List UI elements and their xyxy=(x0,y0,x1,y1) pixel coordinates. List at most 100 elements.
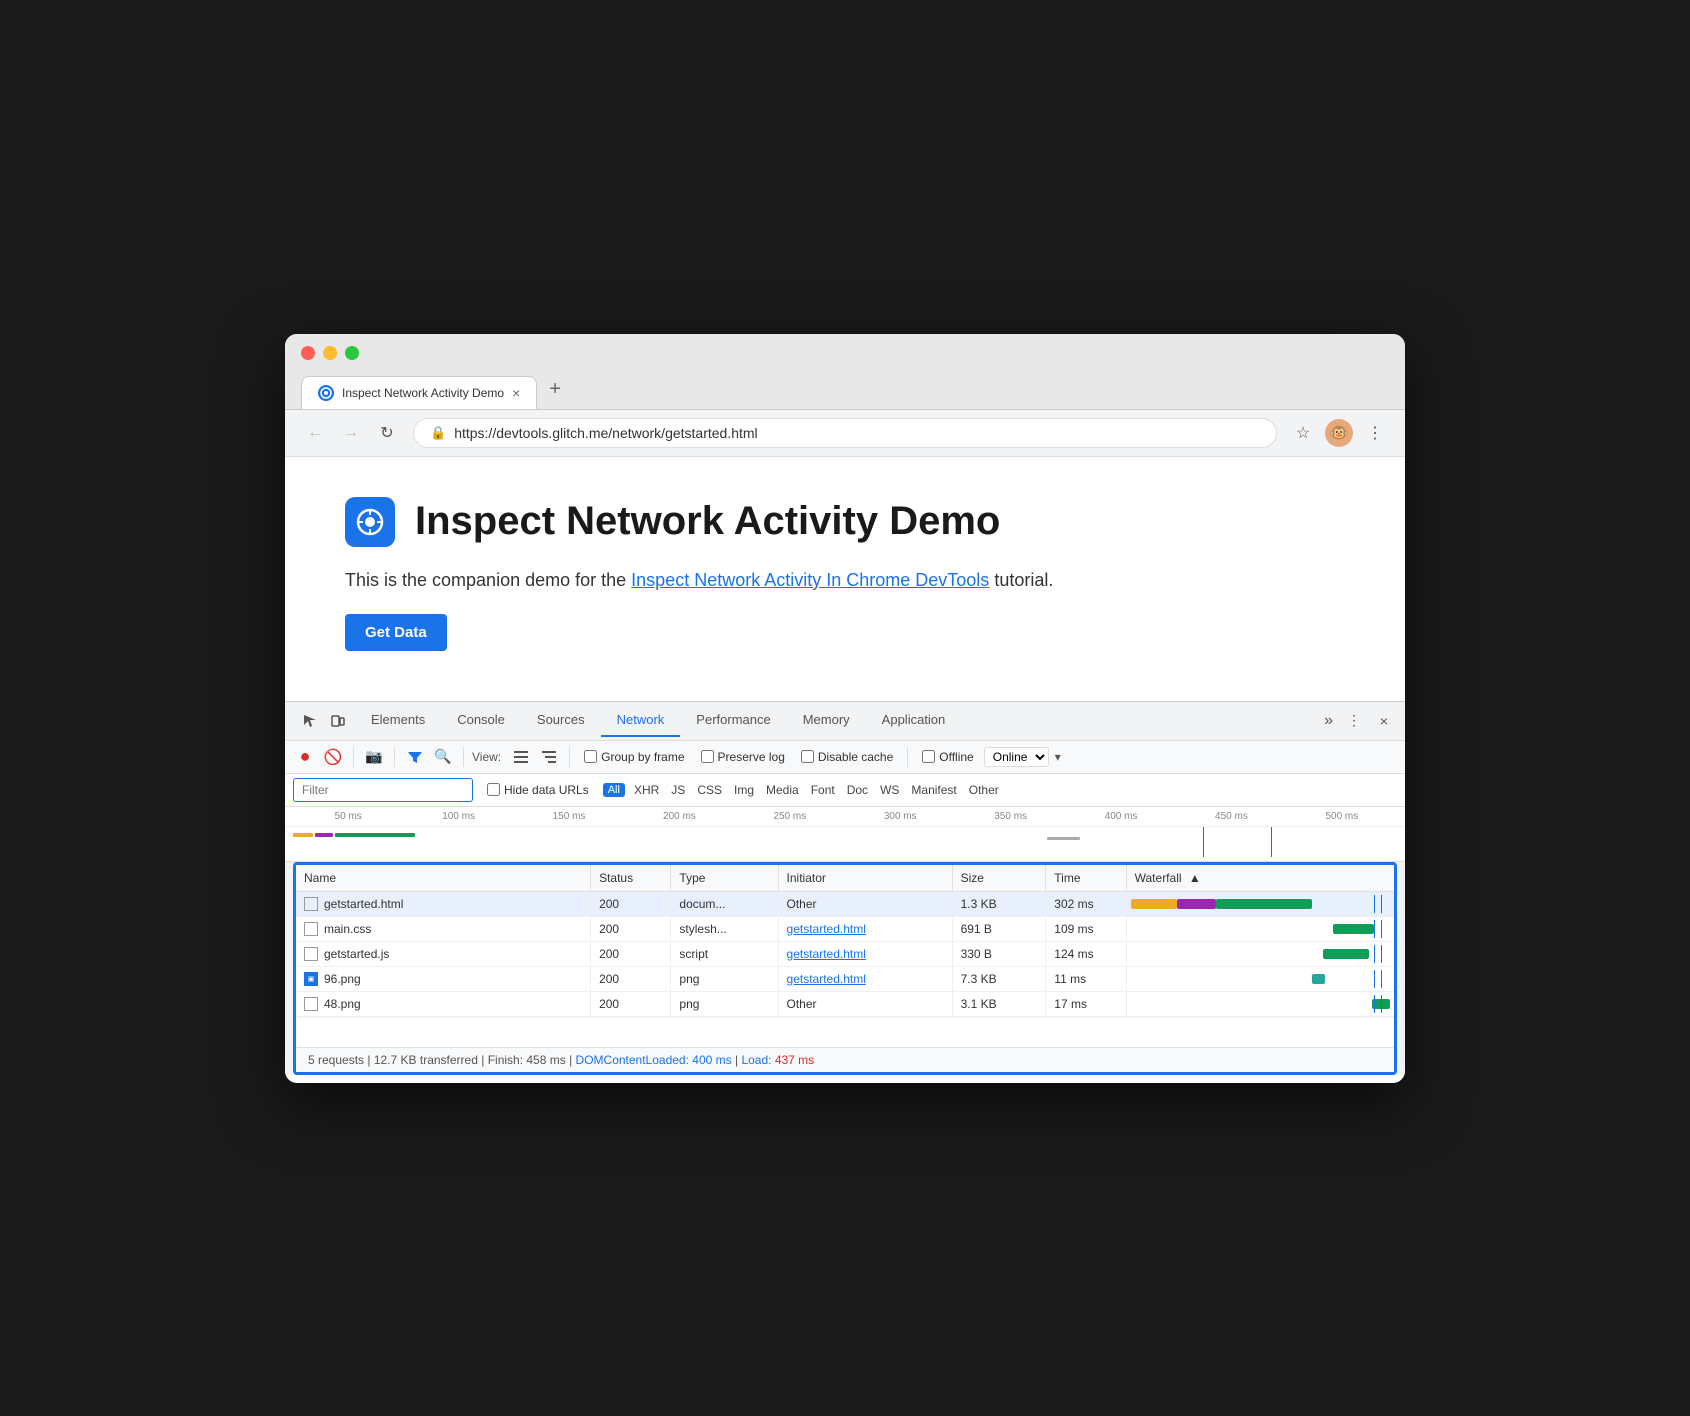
camera-btn[interactable]: 📷 xyxy=(362,745,386,769)
new-tab-btn[interactable]: + xyxy=(537,370,573,409)
sort-arrow-icon: ▲ xyxy=(1189,871,1201,885)
record-btn[interactable]: ● xyxy=(293,745,317,769)
forward-button[interactable]: → xyxy=(337,419,365,447)
col-initiator[interactable]: Initiator xyxy=(778,865,952,892)
preserve-log-checkbox[interactable] xyxy=(701,750,714,763)
filter-manifest[interactable]: Manifest xyxy=(908,782,959,798)
table-row[interactable]: main.css 200 stylesh... getstarted.html … xyxy=(296,916,1394,941)
row5-initiator: Other xyxy=(778,991,952,1016)
filter-xhr[interactable]: XHR xyxy=(631,782,662,798)
devtools-close-btn[interactable]: × xyxy=(1371,708,1397,734)
network-toolbar: ● 🚫 📷 🔍 View: xyxy=(285,741,1405,774)
tab-title: Inspect Network Activity Demo xyxy=(342,386,504,400)
offline-checkbox[interactable] xyxy=(922,750,935,763)
row2-initiator: getstarted.html xyxy=(778,916,952,941)
tab-sources[interactable]: Sources xyxy=(521,704,601,737)
devtools-more-btn[interactable]: ⋮ xyxy=(1341,708,1367,734)
col-waterfall[interactable]: Waterfall ▲ xyxy=(1126,865,1394,892)
table-row[interactable]: getstarted.js 200 script getstarted.html… xyxy=(296,941,1394,966)
tick-450: 450 ms xyxy=(1176,811,1286,822)
subtitle-text: This is the companion demo for the xyxy=(345,570,626,590)
more-button[interactable]: ⋮ xyxy=(1361,419,1389,447)
filter-other[interactable]: Other xyxy=(966,782,1002,798)
filter-img[interactable]: Img xyxy=(731,782,757,798)
load-value: 437 ms xyxy=(775,1053,814,1067)
load-label: Load: xyxy=(741,1053,771,1067)
filter-all-badge[interactable]: All xyxy=(603,783,625,797)
filter-input[interactable] xyxy=(293,778,473,802)
url-bar[interactable]: 🔒 https://devtools.glitch.me/network/get… xyxy=(413,418,1277,448)
table-row[interactable]: 48.png 200 png Other 3.1 KB 17 ms xyxy=(296,991,1394,1016)
refresh-button[interactable]: ↻ xyxy=(373,419,401,447)
clear-btn[interactable]: 🚫 xyxy=(321,745,345,769)
filter-ws[interactable]: WS xyxy=(877,782,902,798)
table-row[interactable]: ▣ 96.png 200 png getstarted.html 7.3 KB … xyxy=(296,966,1394,991)
devtools-tabs: Elements Console Sources Network Perform… xyxy=(355,704,1316,737)
filter-font[interactable]: Font xyxy=(808,782,838,798)
tab-favicon xyxy=(318,385,334,401)
browser-tab-active[interactable]: Inspect Network Activity Demo × xyxy=(301,376,537,409)
browser-window: Inspect Network Activity Demo × + ← → ↻ … xyxy=(285,334,1405,1083)
row3-name: getstarted.js xyxy=(296,941,591,966)
col-type[interactable]: Type xyxy=(671,865,778,892)
filter-css[interactable]: CSS xyxy=(694,782,725,798)
bookmark-button[interactable]: ☆ xyxy=(1289,419,1317,447)
tab-close-btn[interactable]: × xyxy=(512,385,520,401)
offline-label: Offline xyxy=(922,750,973,764)
tab-performance[interactable]: Performance xyxy=(680,704,786,737)
toolbar-divider-2 xyxy=(394,747,395,767)
traffic-light-minimize[interactable] xyxy=(323,346,337,360)
row2-name: main.css xyxy=(296,916,591,941)
traffic-light-close[interactable] xyxy=(301,346,315,360)
filter-doc[interactable]: Doc xyxy=(844,782,871,798)
row4-waterfall xyxy=(1126,966,1394,991)
filter-js[interactable]: JS xyxy=(668,782,688,798)
device-toolbar-icon[interactable] xyxy=(325,708,351,734)
col-time[interactable]: Time xyxy=(1046,865,1126,892)
traffic-light-maximize[interactable] xyxy=(345,346,359,360)
row3-initiator: getstarted.html xyxy=(778,941,952,966)
col-name[interactable]: Name xyxy=(296,865,591,892)
tab-memory[interactable]: Memory xyxy=(787,704,866,737)
tick-500: 500 ms xyxy=(1287,811,1397,822)
devtools-statusbar: 5 requests | 12.7 KB transferred | Finis… xyxy=(296,1047,1394,1072)
network-requests-highlight: Name Status Type Initiator Size Time Wat… xyxy=(293,862,1397,1075)
table-row[interactable]: getstarted.html 200 docum... Other 1.3 K… xyxy=(296,891,1394,916)
page-content: Inspect Network Activity Demo This is th… xyxy=(285,457,1405,701)
traffic-lights xyxy=(301,346,1389,360)
filter-media[interactable]: Media xyxy=(763,782,802,798)
row5-status: 200 xyxy=(591,991,671,1016)
page-title: Inspect Network Activity Demo xyxy=(415,499,1000,544)
col-status[interactable]: Status xyxy=(591,865,671,892)
status-finish: Finish: 458 ms xyxy=(488,1053,566,1067)
row2-status: 200 xyxy=(591,916,671,941)
get-data-button[interactable]: Get Data xyxy=(345,614,447,651)
status-requests: 5 requests xyxy=(308,1053,364,1067)
dom-loaded-value: 400 ms xyxy=(692,1053,731,1067)
tab-elements[interactable]: Elements xyxy=(355,704,441,737)
col-size[interactable]: Size xyxy=(952,865,1046,892)
hide-data-urls-checkbox[interactable] xyxy=(487,783,500,796)
subtitle-suffix: tutorial. xyxy=(994,570,1053,590)
more-tabs-btn[interactable]: » xyxy=(1316,712,1341,730)
list-view-btn[interactable] xyxy=(509,745,533,769)
element-picker-icon[interactable] xyxy=(297,708,323,734)
timeline-visualization xyxy=(285,827,1405,857)
tree-view-btn[interactable] xyxy=(537,745,561,769)
tab-network[interactable]: Network xyxy=(601,704,681,737)
filter-btn[interactable] xyxy=(403,745,427,769)
group-by-frame-checkbox[interactable] xyxy=(584,750,597,763)
file-icon-5 xyxy=(304,997,318,1011)
user-avatar[interactable]: 🐵 xyxy=(1325,419,1353,447)
offline-text: Offline xyxy=(939,750,973,764)
devtools-tutorial-link[interactable]: Inspect Network Activity In Chrome DevTo… xyxy=(631,570,989,590)
tab-console[interactable]: Console xyxy=(441,704,521,737)
disable-cache-checkbox[interactable] xyxy=(801,750,814,763)
tick-350: 350 ms xyxy=(955,811,1065,822)
row4-time: 11 ms xyxy=(1046,966,1126,991)
network-throttle-select[interactable]: Online xyxy=(984,747,1049,767)
row4-type: png xyxy=(671,966,778,991)
tab-application[interactable]: Application xyxy=(866,704,962,737)
search-btn[interactable]: 🔍 xyxy=(431,745,455,769)
back-button[interactable]: ← xyxy=(301,419,329,447)
